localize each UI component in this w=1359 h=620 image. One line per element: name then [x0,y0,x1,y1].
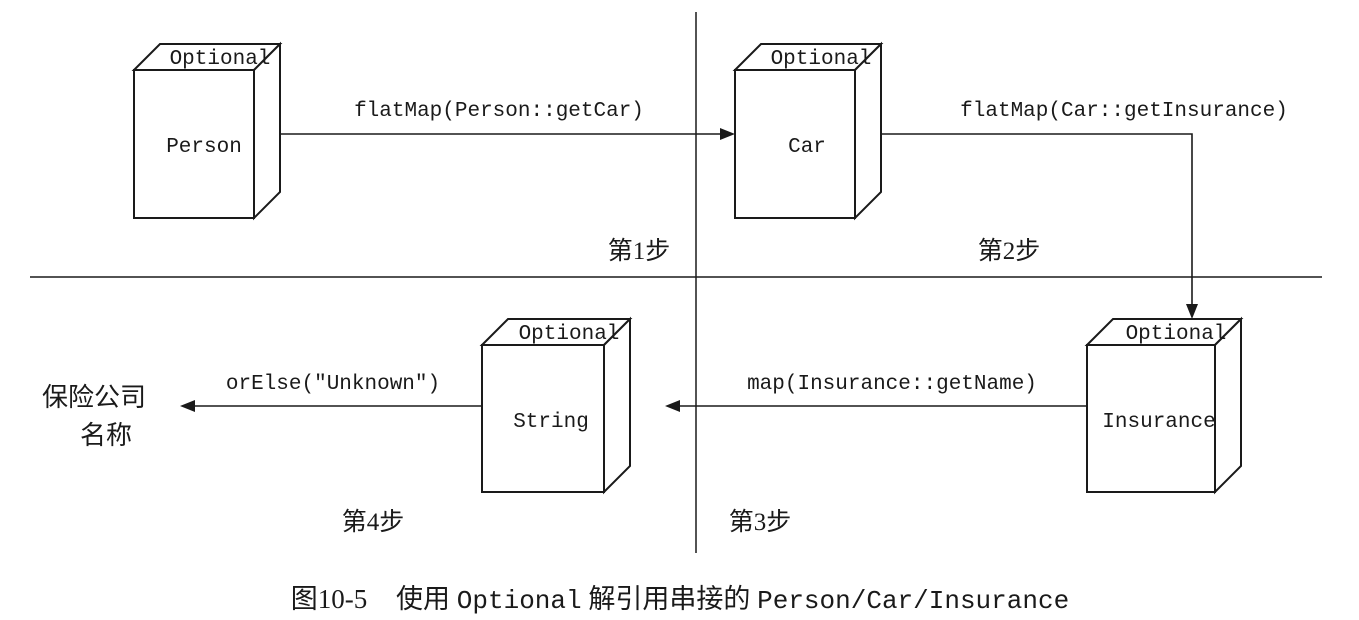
optional-box-person: Optional Person [131,41,283,221]
box-content-label: Car [788,136,826,159]
optional-box-car: Optional Car [732,41,884,221]
box-wrapper-label: Optional [170,48,271,71]
caption-middle: 解引用串接的 [588,584,750,614]
box-content-label: Insurance [1102,411,1215,434]
box-wrapper-label: Optional [1126,323,1227,346]
box-wrapper-label: Optional [771,48,872,71]
arrowhead [720,128,735,140]
arrowhead [180,400,195,412]
caption-prefix: 使用 [396,584,450,614]
step-2-label: 第2步 [978,237,1041,265]
arrow-flatmap-get-insurance: flatMap(Car::getInsurance) [881,100,1288,319]
box-wrapper-label: Optional [519,323,620,346]
arrowhead [1186,304,1198,319]
result-label-line-2: 名称 [80,421,132,450]
optional-box-string: Optional String [479,316,633,495]
arrow-or-else-unknown: orElse("Unknown") [180,373,482,412]
optional-box-insurance: Optional Insurance [1084,316,1244,495]
box-content-label: Person [166,136,242,159]
caption-code-classes: Person/Car/Insurance [757,586,1069,616]
arrow-label: map(Insurance::getName) [747,373,1037,396]
step-4-label: 第4步 [342,508,405,536]
result-label: 保险公司 名称 [42,383,146,450]
caption-code-optional: Optional [457,586,582,616]
arrow-label: flatMap(Person::getCar) [354,100,644,123]
box-content-label: String [513,411,589,434]
arrow-label: orElse("Unknown") [226,373,440,396]
arrowhead [665,400,680,412]
result-label-line-1: 保险公司 [42,383,146,412]
step-1-label: 第1步 [608,237,671,265]
figure-caption: 图10-5 使用 Optional 解引用串接的 Person/Car/Insu… [291,584,1069,616]
optional-chain-diagram: Optional Person Optional Car Optional In… [30,12,1322,616]
caption-figure-number: 图10-5 [291,584,368,614]
arrow-map-get-name: map(Insurance::getName) [665,373,1087,412]
arrow-flatmap-get-car: flatMap(Person::getCar) [280,100,735,140]
step-3-label: 第3步 [729,508,792,536]
arrow-label: flatMap(Car::getInsurance) [960,100,1288,123]
arrow-line [881,133,1193,306]
